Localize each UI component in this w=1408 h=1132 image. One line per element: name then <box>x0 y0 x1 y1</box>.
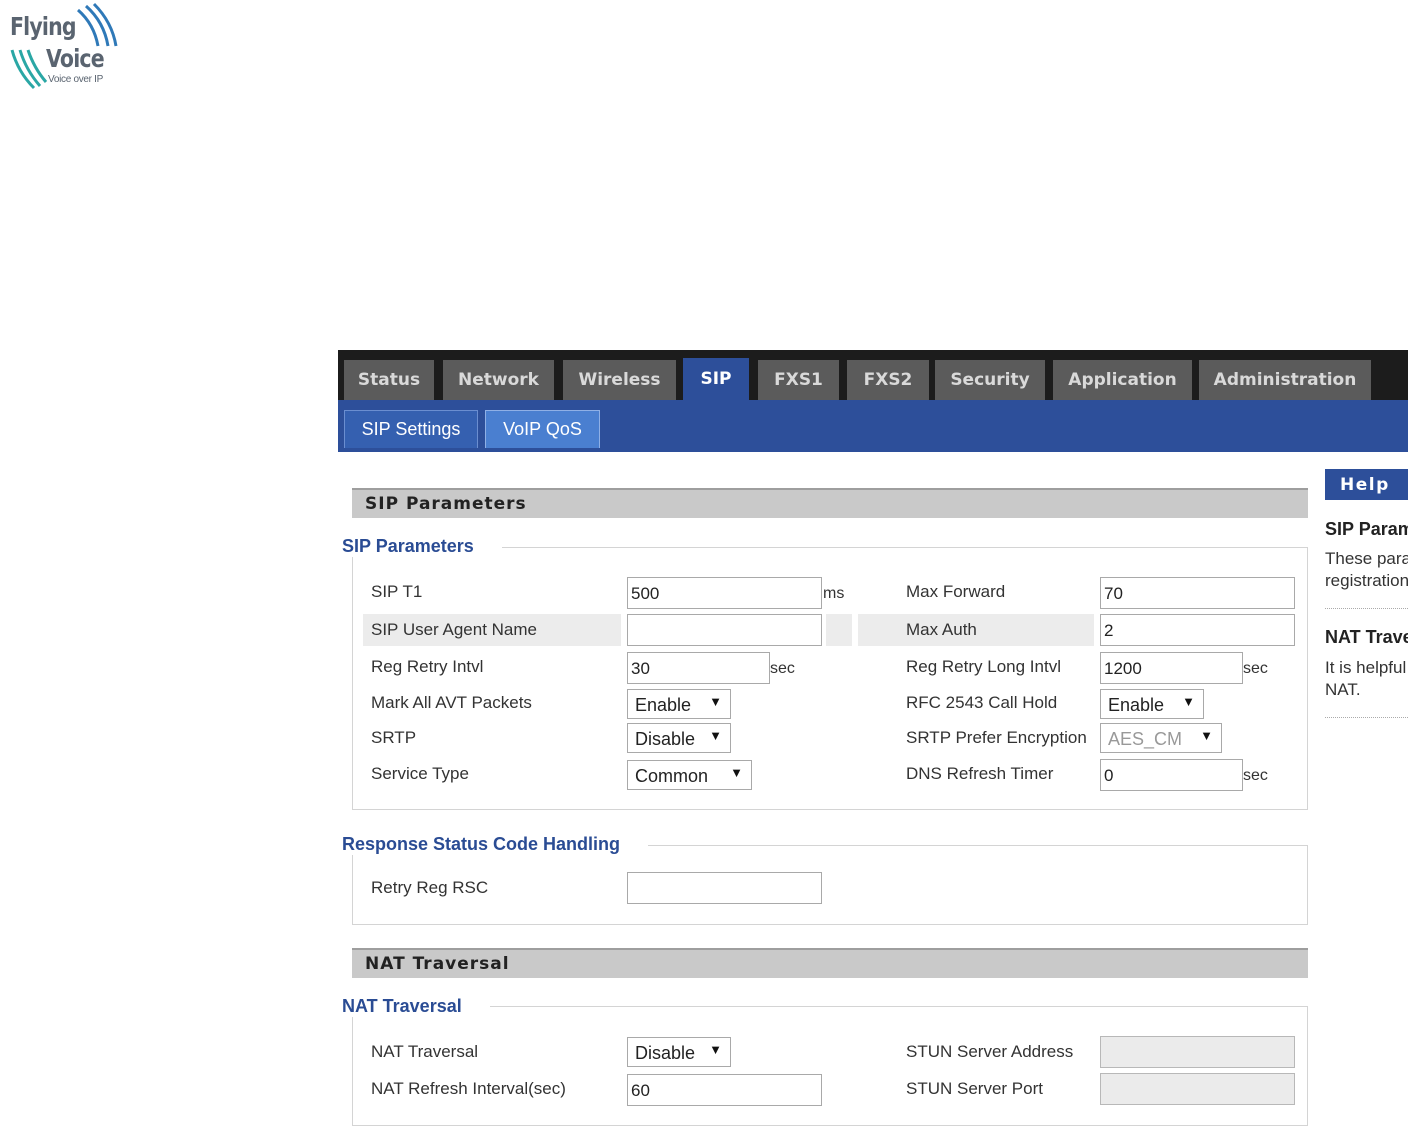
label-srtp: SRTP <box>371 728 417 747</box>
label-srtp-encryption: SRTP Prefer Encryption <box>906 728 1087 747</box>
label-max-forward: Max Forward <box>906 582 1006 601</box>
tab-security[interactable]: Security <box>935 360 1045 400</box>
logo-tagline: Voice over IP <box>48 74 104 85</box>
section-header-sip-parameters: SIP Parameters <box>352 488 1308 518</box>
service-type-value: Common <box>635 766 709 786</box>
dropdown-arrow-icon: ▼ <box>1200 728 1213 743</box>
tab-administration[interactable]: Administration <box>1199 360 1371 400</box>
srtp-encryption-select[interactable]: AES_CM ▼ <box>1100 723 1222 753</box>
help-divider <box>1325 608 1408 609</box>
tab-status[interactable]: Status <box>344 360 434 400</box>
mark-avt-value: Enable <box>635 695 692 715</box>
subtab-sip-settings[interactable]: SIP Settings <box>344 410 478 448</box>
rfc2543-value: Enable <box>1108 695 1165 715</box>
help-section-sip-line2: registration <box>1325 571 1408 590</box>
help-section-nat-line1: It is helpful <box>1325 658 1407 677</box>
tab-fxs2[interactable]: FXS2 <box>847 360 929 400</box>
help-section-sip-title: SIP Parameters <box>1325 519 1408 539</box>
label-user-agent: SIP User Agent Name <box>371 620 537 639</box>
unit-sec: sec <box>1243 660 1268 677</box>
sub-nav: SIP Settings VoIP QoS <box>338 400 1408 452</box>
stun-address-input[interactable] <box>1100 1036 1295 1068</box>
tab-network[interactable]: Network <box>443 360 554 400</box>
logo-text-flying: Flying <box>10 12 77 41</box>
nat-traversal-select[interactable]: Disable ▼ <box>627 1037 731 1067</box>
label-max-auth: Max Auth <box>906 620 977 639</box>
fieldset-response-status <box>352 845 1308 925</box>
legend-nat-traversal: NAT Traversal <box>342 996 490 1017</box>
flying-voice-logo: Flying Voice Voice over IP <box>8 2 118 94</box>
dns-refresh-input[interactable]: 0 <box>1100 759 1243 791</box>
dropdown-arrow-icon: ▼ <box>1182 694 1195 709</box>
srtp-encryption-value: AES_CM <box>1108 729 1183 749</box>
label-reg-retry: Reg Retry Intvl <box>371 657 484 676</box>
row-highlight <box>826 614 852 646</box>
main-nav: Status Network Wireless SIP FXS1 FXS2 Se… <box>338 350 1408 400</box>
dropdown-arrow-icon: ▼ <box>709 1042 722 1057</box>
dropdown-arrow-icon: ▼ <box>730 765 743 780</box>
srtp-value: Disable <box>635 729 696 749</box>
label-nat-refresh: NAT Refresh Interval(sec) <box>371 1079 566 1098</box>
tab-sip[interactable]: SIP <box>683 358 749 400</box>
sip-t1-input[interactable]: 500 <box>627 577 822 609</box>
help-section-sip-line1: These parameters are used for SIP <box>1325 549 1408 568</box>
service-type-select[interactable]: Common ▼ <box>627 760 752 790</box>
max-forward-input[interactable]: 70 <box>1100 577 1295 609</box>
label-sip-t1: SIP T1 <box>371 582 423 601</box>
help-section-nat-title: NAT Traversal <box>1325 627 1408 647</box>
rfc2543-select[interactable]: Enable ▼ <box>1100 689 1204 719</box>
label-retry-reg-rsc: Retry Reg RSC <box>371 878 489 897</box>
help-divider <box>1325 717 1408 718</box>
label-stun-port: STUN Server Port <box>906 1079 1043 1098</box>
label-stun-address: STUN Server Address <box>906 1042 1074 1061</box>
legend-response-status: Response Status Code Handling <box>342 834 649 855</box>
tab-fxs1[interactable]: FXS1 <box>758 360 839 400</box>
retry-reg-rsc-input[interactable] <box>627 872 822 904</box>
label-mark-avt: Mark All AVT Packets <box>371 693 532 712</box>
unit-sec: sec <box>1243 767 1268 784</box>
label-reg-retry-long: Reg Retry Long Intvl <box>906 657 1061 676</box>
reg-retry-long-input[interactable]: 1200 <box>1100 652 1243 684</box>
label-dns-refresh: DNS Refresh Timer <box>906 764 1054 783</box>
srtp-select[interactable]: Disable ▼ <box>627 723 731 753</box>
section-header-nat-traversal: NAT Traversal <box>352 948 1308 978</box>
help-section-nat-line2: NAT. <box>1325 680 1361 699</box>
nat-traversal-value: Disable <box>635 1043 696 1063</box>
dropdown-arrow-icon: ▼ <box>709 728 722 743</box>
label-nat-traversal: NAT Traversal <box>371 1042 479 1061</box>
logo-text-voice: Voice <box>46 44 105 73</box>
user-agent-input[interactable] <box>627 614 822 646</box>
tab-wireless[interactable]: Wireless <box>563 360 676 400</box>
label-rfc2543: RFC 2543 Call Hold <box>906 693 1058 712</box>
tab-application[interactable]: Application <box>1053 360 1192 400</box>
reg-retry-input[interactable]: 30 <box>627 652 770 684</box>
help-title: Help <box>1325 469 1408 500</box>
dropdown-arrow-icon: ▼ <box>709 694 722 709</box>
max-auth-input[interactable]: 2 <box>1100 614 1295 646</box>
mark-avt-select[interactable]: Enable ▼ <box>627 689 731 719</box>
subtab-voip-qos[interactable]: VoIP QoS <box>485 410 600 448</box>
label-service-type: Service Type <box>371 764 469 783</box>
unit-ms: ms <box>823 585 845 602</box>
legend-sip-parameters: SIP Parameters <box>342 536 502 557</box>
stun-port-input[interactable] <box>1100 1073 1295 1105</box>
unit-sec: sec <box>770 660 795 677</box>
nat-refresh-input[interactable]: 60 <box>627 1074 822 1106</box>
